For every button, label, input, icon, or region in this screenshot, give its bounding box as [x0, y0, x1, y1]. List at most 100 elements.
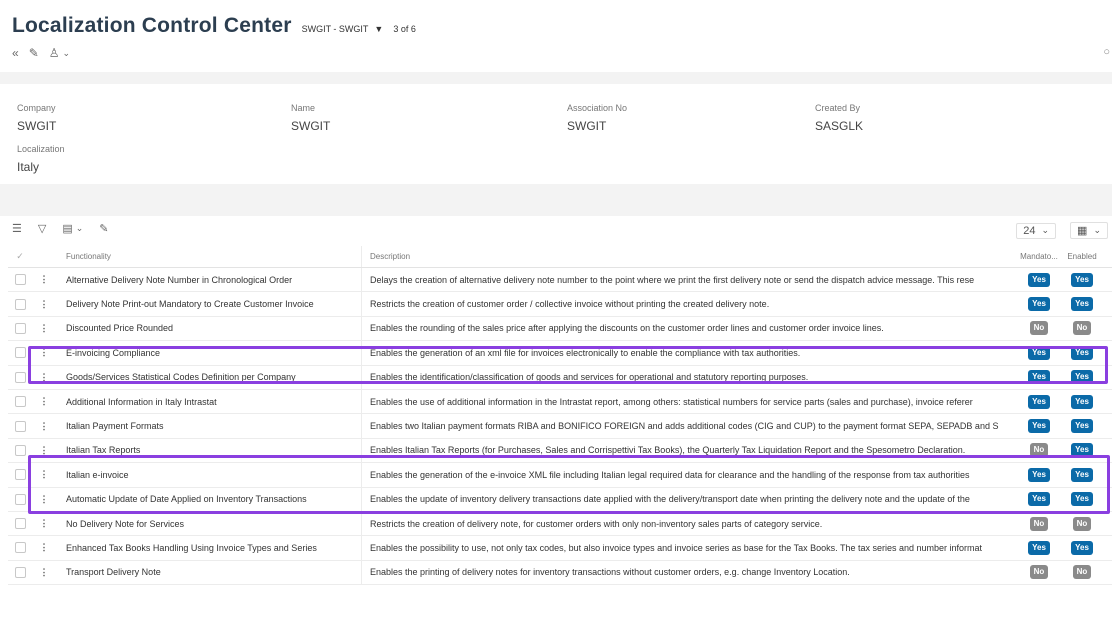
name-field: Name SWGIT	[291, 103, 330, 133]
enabled-badge: No	[1072, 321, 1092, 336]
table-icon: ▦	[1077, 225, 1088, 237]
column-header-mandatory[interactable]: Mandato...	[1016, 252, 1062, 261]
record-selector[interactable]: SWGIT - SWGIT ▼	[302, 24, 384, 34]
user-icon: ♙	[48, 46, 60, 60]
row-checkbox[interactable]	[14, 371, 26, 383]
enabled-badge: Yes	[1071, 297, 1093, 312]
functionality-cell: Enhanced Tax Books Handling Using Invoic…	[66, 542, 317, 553]
row-menu-icon[interactable]: ⋮	[32, 445, 56, 456]
functionality-cell: Italian Payment Formats	[66, 421, 164, 432]
table-row[interactable]: ⋮ Italian Payment Formats Enables two Ital…	[8, 414, 1112, 439]
chart-icon: ▤	[62, 223, 73, 235]
mandatory-badge: No	[1029, 516, 1049, 531]
row-checkbox[interactable]	[14, 469, 26, 481]
mandatory-badge: Yes	[1028, 370, 1050, 385]
enabled-badge: Yes	[1071, 345, 1093, 360]
table-row[interactable]: ⋮ Italian e-invoice Enables the generation…	[8, 463, 1112, 488]
table-row[interactable]: ⋮ Discounted Price Rounded Enables the rou…	[8, 316, 1112, 342]
row-checkbox[interactable]	[14, 542, 26, 554]
search-icon[interactable]: ○	[1103, 46, 1110, 58]
chevron-down-icon: ⌄	[1041, 225, 1050, 235]
row-checkbox[interactable]	[14, 274, 26, 286]
functionality-cell: Italian Tax Reports	[66, 445, 141, 456]
filter-icon[interactable]: ▽	[38, 222, 46, 235]
grid-toolbar: ☰ ▽ ▤ ⌄ ✎ 24 ⌄ ▦ ⌄	[0, 216, 1112, 246]
enabled-badge: Yes	[1071, 492, 1093, 507]
row-menu-icon[interactable]: ⋮	[32, 518, 56, 529]
association-no-field: Association No SWGIT	[567, 103, 627, 133]
company-label: Company	[17, 103, 56, 113]
description-cell: Enables the update of inventory delivery…	[361, 487, 1016, 511]
row-menu-icon[interactable]: ⋮	[32, 469, 56, 480]
table-row[interactable]: ⋮ Goods/Services Statistical Codes Defini…	[8, 365, 1112, 390]
attachment-icon[interactable]: ✎	[29, 46, 39, 60]
localization-label: Localization	[17, 144, 65, 154]
detail-panel: Company SWGIT Name SWGIT Association No …	[0, 84, 1112, 184]
row-menu-icon[interactable]: ⋮	[32, 567, 56, 578]
page-size-select[interactable]: 24 ⌄	[1016, 222, 1057, 239]
table-row[interactable]: ⋮ No Delivery Note for Services Restricts …	[8, 511, 1112, 537]
enabled-badge: Yes	[1071, 443, 1093, 458]
row-menu-icon[interactable]: ⋮	[32, 542, 56, 553]
row-checkbox[interactable]	[14, 566, 26, 578]
row-checkbox[interactable]	[14, 420, 26, 432]
table-row[interactable]: ⋮ Transport Delivery Note Enables the prin…	[8, 560, 1112, 586]
column-header-description[interactable]: Description	[361, 246, 1016, 267]
row-checkbox[interactable]	[14, 322, 26, 334]
table-row[interactable]: ⋮ Automatic Update of Date Applied on Inv…	[8, 487, 1112, 512]
separator	[0, 72, 1112, 84]
edit-icon[interactable]: ✎	[99, 222, 108, 235]
row-checkbox[interactable]	[14, 298, 26, 310]
mandatory-badge: Yes	[1028, 492, 1050, 507]
record-selector-value: SWGIT - SWGIT	[301, 24, 369, 34]
description-cell: Enables the generation of the e-invoice …	[361, 463, 1016, 487]
list-icon[interactable]: ☰	[12, 222, 22, 235]
page-size-value: 24	[1023, 224, 1036, 237]
enabled-badge: Yes	[1071, 419, 1093, 434]
row-checkbox[interactable]	[14, 493, 26, 505]
user-menu-button[interactable]: ♙ ⌄	[49, 46, 70, 60]
chevron-down-icon: ⌄	[1093, 225, 1101, 235]
mandatory-badge: Yes	[1028, 272, 1050, 287]
row-checkbox[interactable]	[14, 518, 26, 530]
collapse-icon[interactable]: «	[12, 46, 19, 60]
row-menu-icon[interactable]: ⋮	[32, 396, 56, 407]
table-header: ✓ Functionality Description Mandato... E…	[8, 246, 1112, 268]
column-header-functionality[interactable]: Functionality	[56, 252, 361, 261]
separator	[0, 184, 1112, 216]
row-menu-icon[interactable]: ⋮	[32, 372, 56, 383]
created-by-label: Created By	[815, 103, 861, 113]
row-menu-icon[interactable]: ⋮	[32, 299, 56, 310]
row-menu-icon[interactable]: ⋮	[32, 323, 56, 334]
enabled-badge: No	[1072, 516, 1092, 531]
mandatory-badge: Yes	[1028, 467, 1050, 482]
chart-menu-button[interactable]: ▤ ⌄	[62, 222, 83, 235]
row-checkbox[interactable]	[14, 347, 26, 359]
table-row[interactable]: ⋮ E-invoicing Compliance Enables the gener…	[8, 341, 1112, 366]
row-menu-icon[interactable]: ⋮	[32, 274, 56, 285]
table-row[interactable]: ⋮ Italian Tax Reports Enables Italian Tax …	[8, 438, 1112, 464]
column-settings-button[interactable]: ▦ ⌄	[1070, 222, 1108, 239]
mandatory-badge: Yes	[1028, 345, 1050, 360]
description-cell: Enables two Italian payment formats RIBA…	[361, 414, 1016, 438]
functionality-cell: Additional Information in Italy Intrasta…	[66, 396, 217, 407]
functionality-cell: Goods/Services Statistical Codes Definit…	[66, 372, 296, 383]
record-counter: 3 of 6	[393, 24, 416, 34]
column-header-enabled[interactable]: Enabled	[1062, 252, 1102, 261]
table-row[interactable]: ⋮ Alternative Delivery Note Number in Chr…	[8, 268, 1112, 293]
mandatory-badge: Yes	[1028, 419, 1050, 434]
row-menu-icon[interactable]: ⋮	[32, 494, 56, 505]
row-checkbox[interactable]	[14, 444, 26, 456]
chevron-down-icon: ⌄	[62, 47, 71, 58]
association-no-label: Association No	[567, 103, 628, 113]
table-row[interactable]: ⋮ Delivery Note Print-out Mandatory to Cr…	[8, 292, 1112, 317]
caret-down-icon: ▼	[374, 24, 384, 34]
description-cell: Enables the printing of delivery notes f…	[361, 560, 1016, 585]
row-menu-icon[interactable]: ⋮	[32, 421, 56, 432]
row-menu-icon[interactable]: ⋮	[32, 347, 56, 358]
table-row[interactable]: ⋮ Enhanced Tax Books Handling Using Invoi…	[8, 536, 1112, 561]
row-checkbox[interactable]	[14, 396, 26, 408]
table-row[interactable]: ⋮ Additional Information in Italy Intrast…	[8, 389, 1112, 415]
select-all-checkmark-icon[interactable]: ✓	[16, 251, 24, 262]
enabled-badge: Yes	[1071, 272, 1093, 287]
